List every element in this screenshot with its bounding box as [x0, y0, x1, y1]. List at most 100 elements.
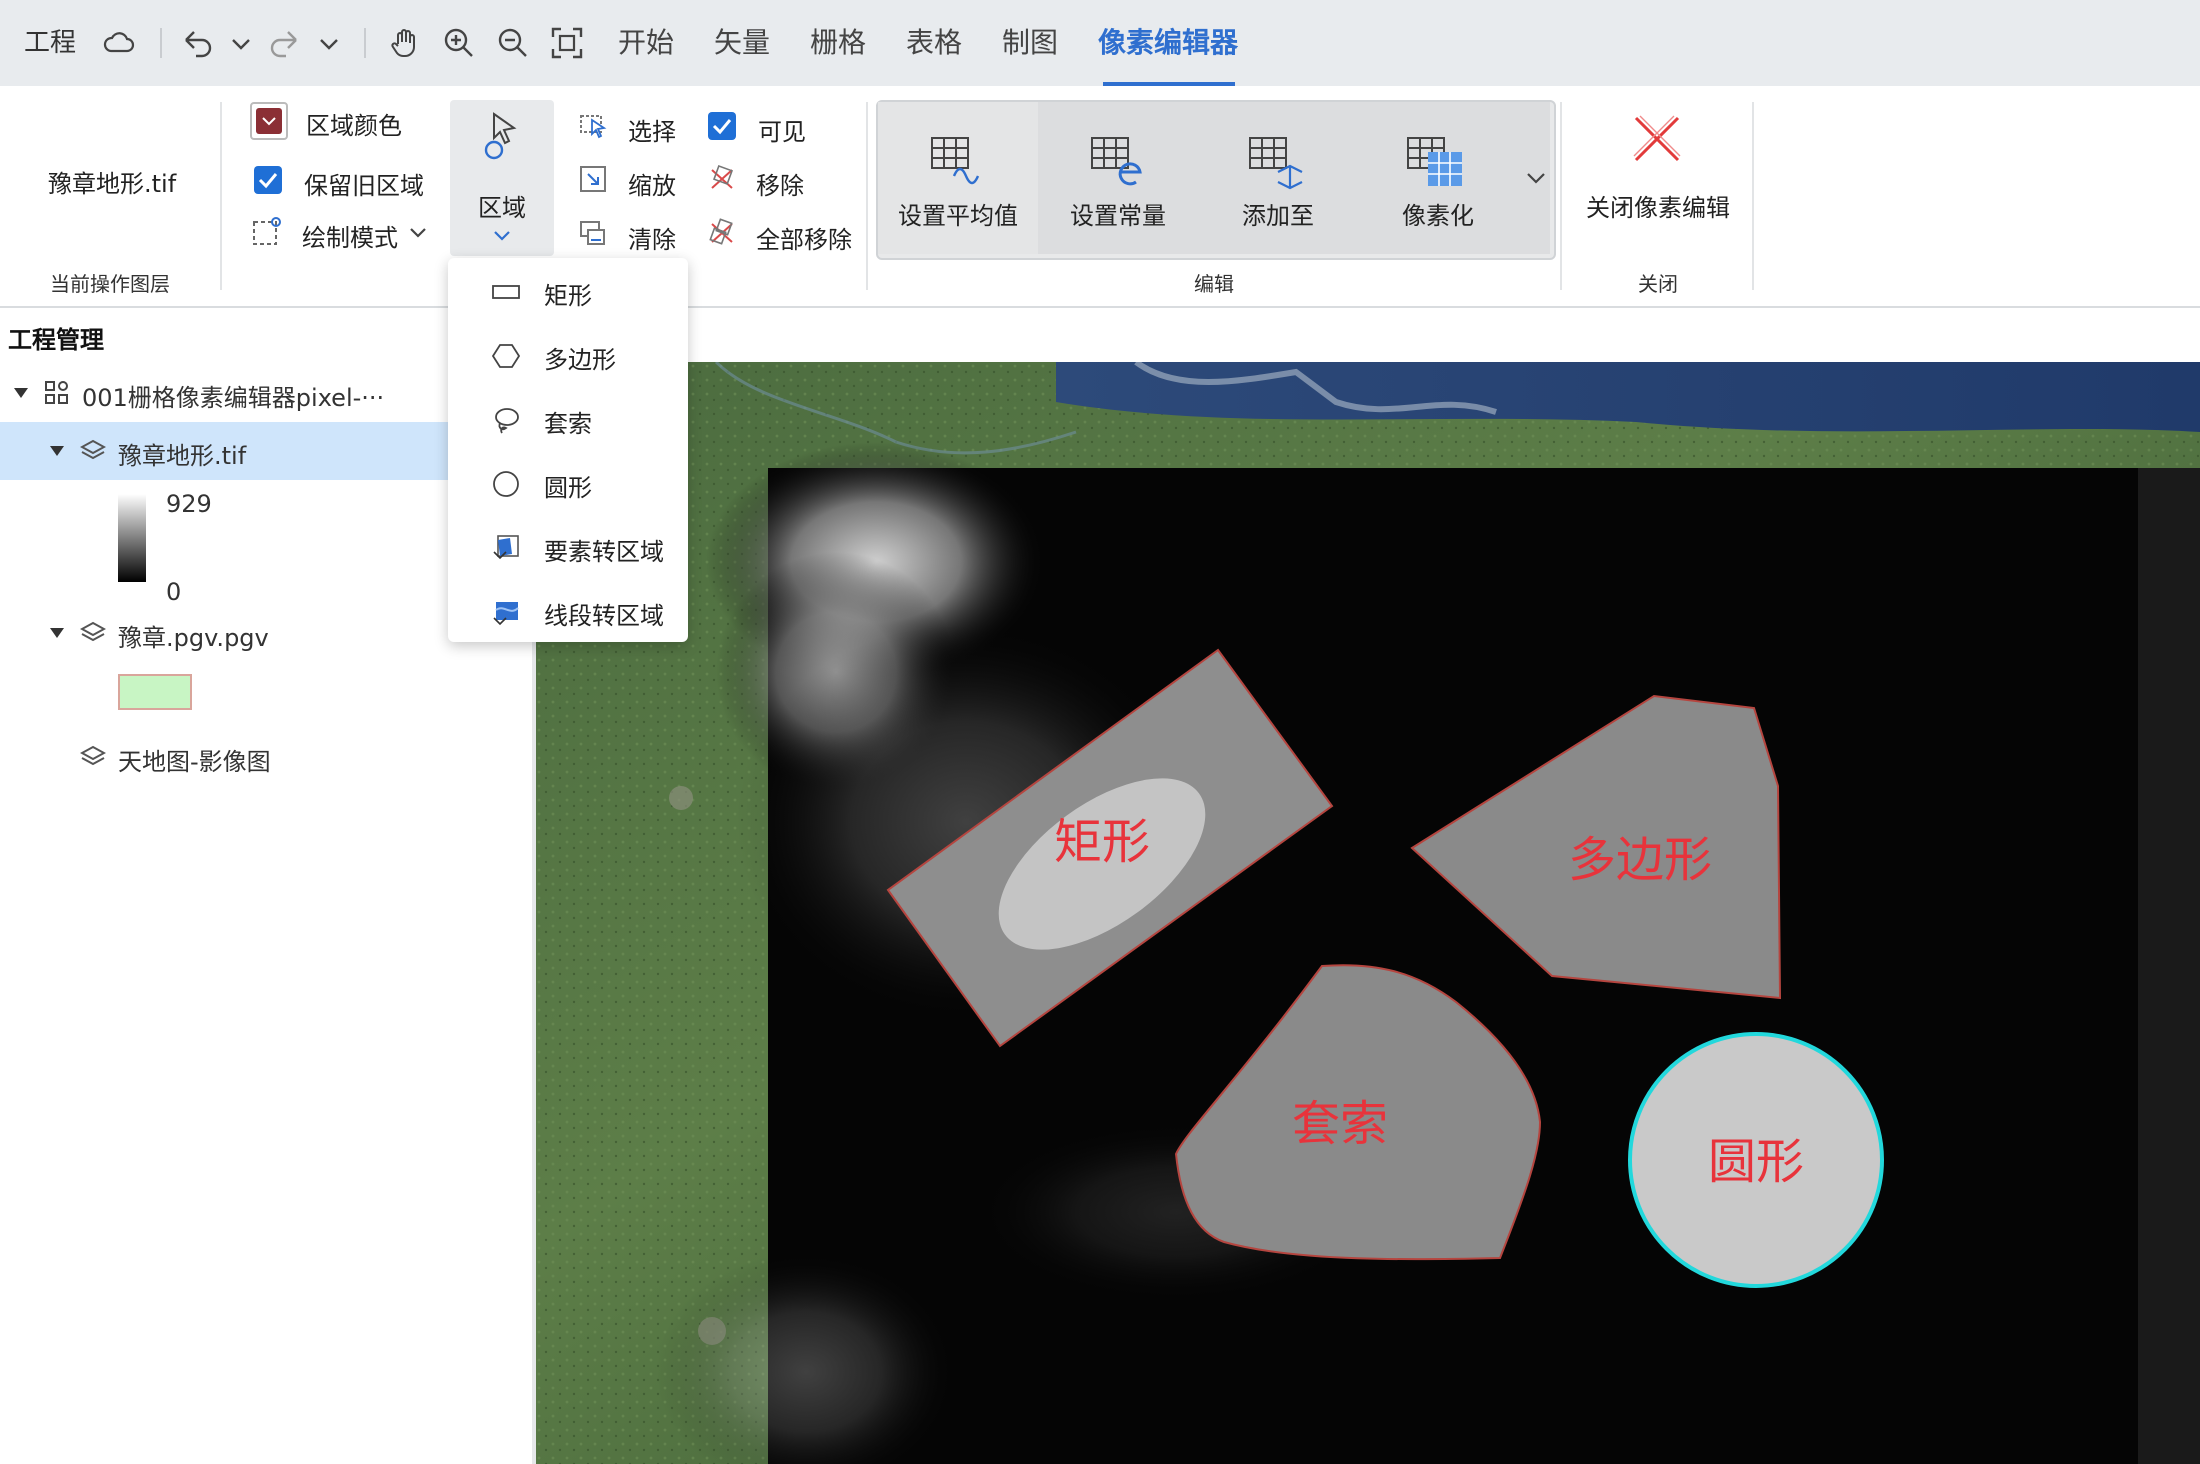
tab-vector[interactable]: 矢量 [714, 0, 770, 86]
remove-region-icon[interactable] [706, 164, 738, 194]
dropdown-item-line-to-region[interactable]: 线段转区域 [448, 580, 688, 644]
close-pixel-edit-icon[interactable] [1630, 112, 1684, 166]
tab-pixel-editor[interactable]: 像素编辑器 [1098, 0, 1238, 86]
layer-stack-icon [80, 621, 106, 642]
checkmark-icon [712, 119, 732, 135]
pan-hand-icon[interactable] [388, 26, 422, 60]
select-label[interactable]: 选择 [628, 112, 676, 147]
project-name[interactable]: 001栅格像素编辑器pixel-··· [82, 378, 384, 413]
draw-mode-icon[interactable] [250, 216, 282, 248]
feature-to-region-icon [493, 535, 519, 560]
region-button-label: 区域 [478, 194, 526, 222]
dropdown-item-lasso[interactable]: 套索 [448, 388, 688, 452]
circle-icon [493, 471, 519, 497]
group-divider [866, 102, 868, 290]
legend-min: 0 [166, 578, 182, 606]
legend-max: 929 [166, 490, 212, 518]
project-menu[interactable]: 工程 [24, 0, 76, 86]
keep-old-region-label: 保留旧区域 [304, 172, 424, 200]
map-view[interactable]: 矩形 多边形 套索 圆形 [536, 362, 2200, 1464]
keep-old-region-checkbox[interactable] [254, 166, 282, 194]
region-label-polygon: 多边形 [1568, 832, 1712, 888]
dropdown-item-label: 套索 [544, 410, 592, 438]
set-constant-icon[interactable] [1090, 132, 1146, 190]
layer-stack-icon [80, 745, 106, 766]
redo-icon[interactable] [268, 26, 302, 60]
group-divider [220, 102, 222, 290]
add-to-icon[interactable] [1248, 132, 1306, 192]
clear-region-icon[interactable] [578, 218, 608, 248]
divider [364, 28, 366, 58]
chevron-down-icon [262, 117, 276, 126]
group-label-close: 关闭 [1638, 272, 1678, 296]
dropdown-item-rectangle[interactable]: 矩形 [448, 260, 688, 324]
visible-checkbox[interactable] [708, 112, 736, 140]
region-label-lasso: 套索 [1292, 1096, 1388, 1152]
remove-label[interactable]: 移除 [756, 166, 804, 201]
group-label-current-layer: 当前操作图层 [50, 272, 170, 296]
dropdown-item-label: 矩形 [544, 282, 592, 310]
tab-table[interactable]: 表格 [906, 0, 962, 86]
select-region-icon[interactable] [578, 110, 608, 140]
expand-arrow-icon[interactable] [12, 386, 30, 400]
dropdown-item-label: 线段转区域 [544, 602, 664, 630]
polygon-legend-swatch [118, 674, 192, 710]
region-select-icon [484, 112, 517, 160]
layer-name-terrain[interactable]: 豫章地形.tif [118, 436, 246, 471]
layer-name-pgv[interactable]: 豫章.pgv.pgv [118, 618, 269, 653]
panel-title: 工程管理 [8, 326, 104, 354]
dropdown-item-label: 多边形 [544, 346, 616, 374]
map-tab-bar [536, 308, 2200, 363]
visible-label: 可见 [758, 118, 806, 146]
full-extent-icon[interactable] [550, 26, 584, 60]
tab-start[interactable]: 开始 [618, 0, 674, 86]
checkmark-icon [258, 173, 278, 189]
zoom-in-icon[interactable] [442, 26, 476, 60]
region-label-circle: 圆形 [1708, 1134, 1804, 1190]
divider [160, 28, 162, 58]
set-constant-label[interactable]: 设置常量 [1070, 196, 1166, 231]
expand-arrow-icon[interactable] [48, 444, 66, 458]
chevron-down-icon[interactable] [318, 34, 340, 54]
zoom-label[interactable]: 缩放 [628, 166, 676, 201]
draw-mode-label[interactable]: 绘制模式 [302, 218, 398, 253]
chevron-down-icon[interactable] [1524, 168, 1548, 188]
chevron-down-icon [494, 231, 510, 241]
chevron-down-icon[interactable] [408, 224, 428, 242]
elevation-raster-edge [2138, 468, 2200, 1464]
chevron-down-icon[interactable] [230, 34, 252, 54]
dropdown-item-feature-to-region[interactable]: 要素转区域 [448, 516, 688, 580]
region-color-swatch[interactable] [250, 102, 288, 140]
add-to-label[interactable]: 添加至 [1242, 196, 1314, 231]
dropdown-item-polygon[interactable]: 多边形 [448, 324, 688, 388]
lasso-icon [495, 408, 519, 434]
undo-icon[interactable] [180, 26, 214, 60]
basemap-town [669, 786, 693, 810]
remove-all-regions-icon[interactable] [706, 218, 738, 248]
zoom-out-icon[interactable] [496, 26, 530, 60]
set-average-icon [931, 137, 980, 185]
tab-cartography[interactable]: 制图 [1002, 0, 1058, 86]
dropdown-item-label: 要素转区域 [544, 538, 664, 566]
pixelate-icon[interactable] [1406, 132, 1466, 192]
group-divider [1752, 102, 1754, 290]
clear-label[interactable]: 清除 [628, 220, 676, 255]
zoom-to-region-icon[interactable] [578, 164, 608, 194]
region-shape-dropdown: 矩形 多边形 套索 圆形 要素转区域 线段转区域 [448, 258, 688, 642]
close-pixel-edit-label[interactable]: 关闭像素编辑 [1586, 188, 1730, 223]
set-average-label: 设置平均值 [898, 202, 1018, 230]
project-icon [45, 381, 68, 404]
group-label-edit: 编辑 [1194, 272, 1234, 296]
dropdown-item-circle[interactable]: 圆形 [448, 452, 688, 516]
pixelate-label[interactable]: 像素化 [1402, 196, 1474, 231]
group-divider [1560, 102, 1562, 290]
region-label-rectangle: 矩形 [1054, 814, 1150, 870]
map-canvas[interactable]: 矩形 多边形 套索 圆形 [536, 362, 2200, 1464]
line-to-region-icon [493, 602, 519, 626]
remove-all-label[interactable]: 全部移除 [756, 220, 852, 255]
tab-raster[interactable]: 栅格 [810, 0, 866, 86]
layer-name-basemap[interactable]: 天地图-影像图 [118, 742, 271, 777]
current-layer-name[interactable]: 豫章地形.tif [48, 164, 176, 199]
cloud-icon[interactable] [102, 26, 136, 60]
expand-arrow-icon[interactable] [48, 626, 66, 640]
